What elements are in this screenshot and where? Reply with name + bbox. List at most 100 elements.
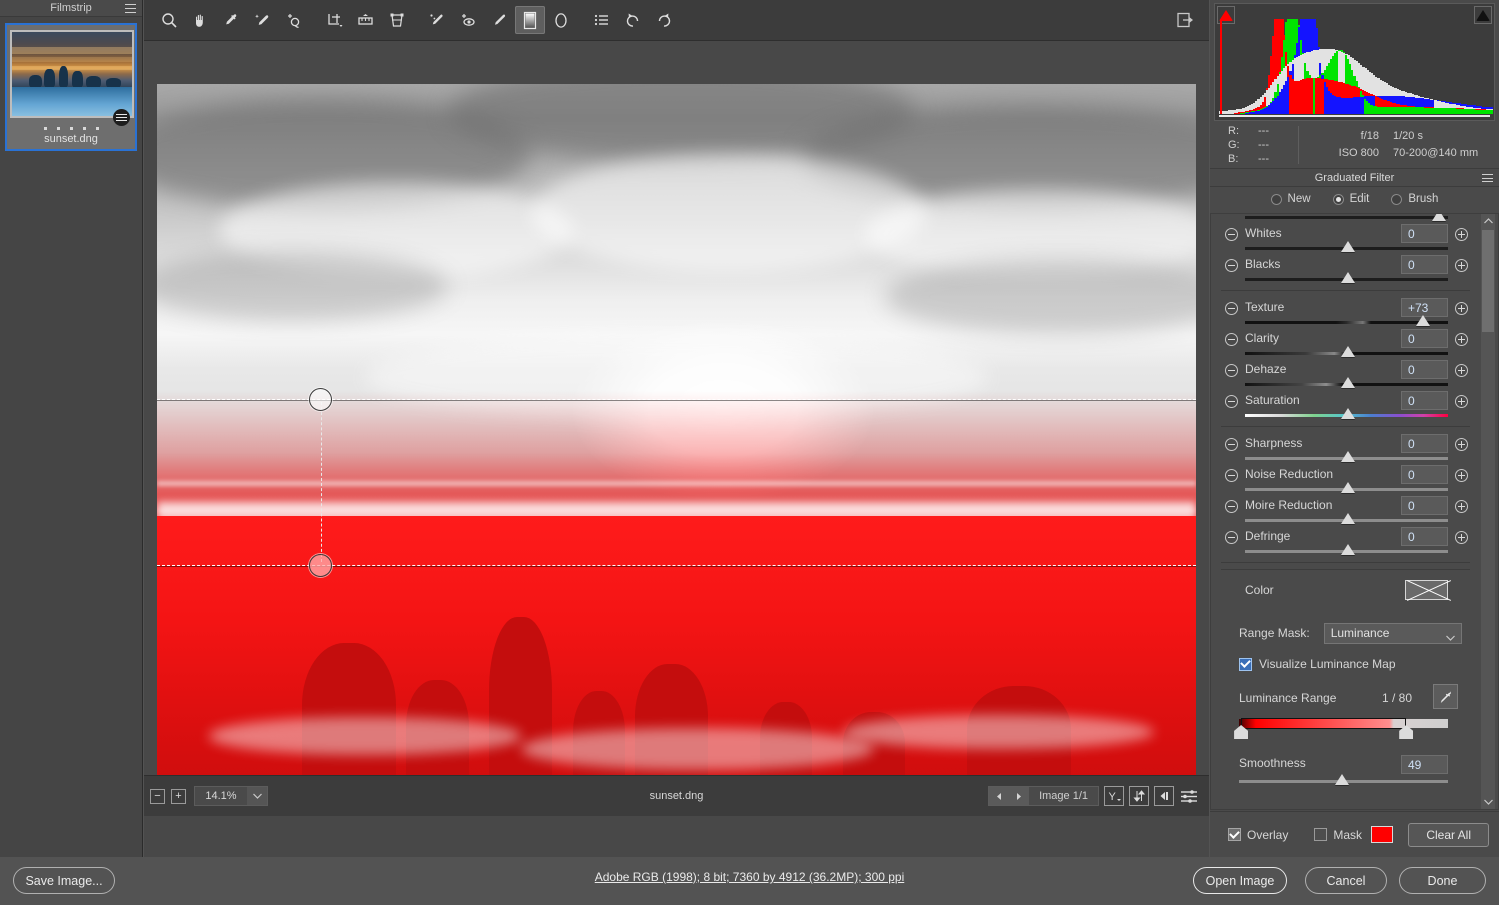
empty-color-swatch-icon[interactable] [1405,580,1448,600]
slider-handle[interactable] [1340,408,1355,419]
mode-brush[interactable]: Brush [1391,193,1438,205]
slider-sharpness[interactable]: Sharpness 0 [1221,433,1470,464]
preview-image[interactable] [157,84,1196,781]
slider-handle[interactable] [1416,315,1431,326]
zoom-tool[interactable] [154,6,184,34]
scroll-up-icon[interactable] [1481,214,1495,228]
increment-icon[interactable] [1455,228,1468,241]
open-image-button[interactable]: Open Image [1193,867,1287,894]
mask-checkbox[interactable]: Mask [1314,828,1362,842]
radial-filter-tool[interactable] [546,6,576,34]
rotate-counterclockwise-tool[interactable] [618,6,648,34]
zoom-level-select[interactable]: 14.1% [194,786,268,806]
slider-noise-reduction[interactable]: Noise Reduction 0 [1221,464,1470,495]
panel-scrollbar[interactable] [1481,214,1495,809]
luminance-range-slider[interactable] [1234,716,1448,739]
slider-handle[interactable] [1432,214,1447,221]
white-balance-tool[interactable] [216,6,246,34]
decrement-icon[interactable] [1225,531,1238,544]
increment-icon[interactable] [1455,469,1468,482]
spot-removal-tool[interactable] [422,6,452,34]
slider-value[interactable]: 0 [1401,434,1448,453]
slider-handle[interactable] [1340,482,1355,493]
histogram[interactable] [1214,3,1495,121]
clear-all-button[interactable]: Clear All [1408,822,1489,847]
decrement-icon[interactable] [1225,438,1238,451]
cancel-button[interactable]: Cancel [1305,867,1387,894]
prev-arrow-icon[interactable] [989,787,1010,805]
decrement-icon[interactable] [1225,228,1238,241]
slider-value[interactable]: 0 [1401,465,1448,484]
targeted-adjustment-tool[interactable] [278,6,308,34]
increment-icon[interactable] [1455,395,1468,408]
zoom-out-button[interactable]: − [150,788,165,804]
slider-value[interactable]: 0 [1401,496,1448,515]
decrement-icon[interactable] [1225,469,1238,482]
slider-handle[interactable] [1340,513,1355,524]
adjustment-brush-tool[interactable] [484,6,514,34]
preferences-tool[interactable] [587,6,617,34]
scroll-down-icon[interactable] [1481,795,1495,809]
hand-tool[interactable] [185,6,215,34]
slider-track[interactable] [1245,216,1448,219]
increment-icon[interactable] [1455,364,1468,377]
decrement-icon[interactable] [1225,259,1238,272]
filmstrip-item-sunset[interactable]: sunset.dng [5,23,137,151]
filter-settings-button[interactable] [1179,786,1199,806]
visualize-luminance-map-checkbox[interactable]: Visualize Luminance Map [1221,657,1470,671]
mode-edit[interactable]: Edit [1332,193,1369,205]
decrement-icon[interactable] [1225,500,1238,513]
graduated-filter-tool[interactable] [515,6,545,34]
crop-tool[interactable] [319,6,349,34]
slider-clarity[interactable]: Clarity 0 [1221,328,1470,359]
rotate-clockwise-tool[interactable] [649,6,679,34]
increment-icon[interactable] [1455,531,1468,544]
slider-value[interactable]: 0 [1401,360,1448,379]
slider-defringe[interactable]: Defringe 0 [1221,526,1470,557]
slider-value[interactable]: 0 [1401,255,1448,274]
done-button[interactable]: Done [1399,867,1486,894]
slider-handle[interactable] [1340,346,1355,357]
slider-smoothness[interactable]: Smoothness 49 [1221,754,1470,788]
scrollbar-thumb[interactable] [1482,230,1494,332]
graduated-filter-pin-start[interactable] [309,388,332,411]
slider-whites[interactable]: Whites 0 [1221,223,1470,254]
slider-handle[interactable] [1334,774,1349,785]
decrement-icon[interactable] [1225,333,1238,346]
slider-dehaze[interactable]: Dehaze 0 [1221,359,1470,390]
slider-saturation[interactable]: Saturation 0 [1221,390,1470,421]
straighten-tool[interactable] [350,6,380,34]
panel-menu-icon[interactable] [1482,174,1493,182]
zoom-in-button[interactable]: + [171,788,186,804]
slider-value[interactable]: 0 [1401,224,1448,243]
slider-handle[interactable] [1340,377,1355,388]
previous-conversion-button[interactable] [1154,786,1174,806]
decrement-icon[interactable] [1225,395,1238,408]
sync-button[interactable] [1129,786,1149,806]
slider-texture[interactable]: Texture +73 [1221,297,1470,328]
color-row[interactable]: Color [1221,576,1470,610]
slider-handle[interactable] [1340,272,1355,283]
slider-value[interactable]: 0 [1401,329,1448,348]
rating-dots[interactable] [10,127,132,130]
next-arrow-icon[interactable] [1009,787,1030,805]
range-mask-select[interactable]: Luminance [1323,622,1462,644]
slider-value[interactable]: 0 [1401,527,1448,546]
canvas-area[interactable]: − + 14.1% sunset.dng Image 1/1 Y [144,41,1209,816]
slider-value[interactable]: 0 [1401,391,1448,410]
increment-icon[interactable] [1455,302,1468,315]
overlay-checkbox[interactable]: Overlay [1228,828,1288,842]
increment-icon[interactable] [1455,438,1468,451]
slider-blacks[interactable]: Blacks 0 [1221,254,1470,285]
eyedropper-icon[interactable] [1433,684,1458,709]
slider-highlights[interactable] [1221,214,1470,223]
toggle-fullscreen-icon[interactable] [1171,6,1199,34]
increment-icon[interactable] [1455,333,1468,346]
color-sampler-tool[interactable] [247,6,277,34]
red-eye-tool[interactable] [453,6,483,34]
mode-new[interactable]: New [1270,193,1311,205]
color-label-button[interactable]: Y [1104,786,1124,806]
adjustments-scroll-area[interactable]: Whites 0 Blacks 0 Texture +73 Clarity 0 Dehaze 0 S… [1210,213,1499,810]
hamburger-icon[interactable] [125,4,136,13]
slider-value[interactable]: 49 [1401,755,1448,774]
